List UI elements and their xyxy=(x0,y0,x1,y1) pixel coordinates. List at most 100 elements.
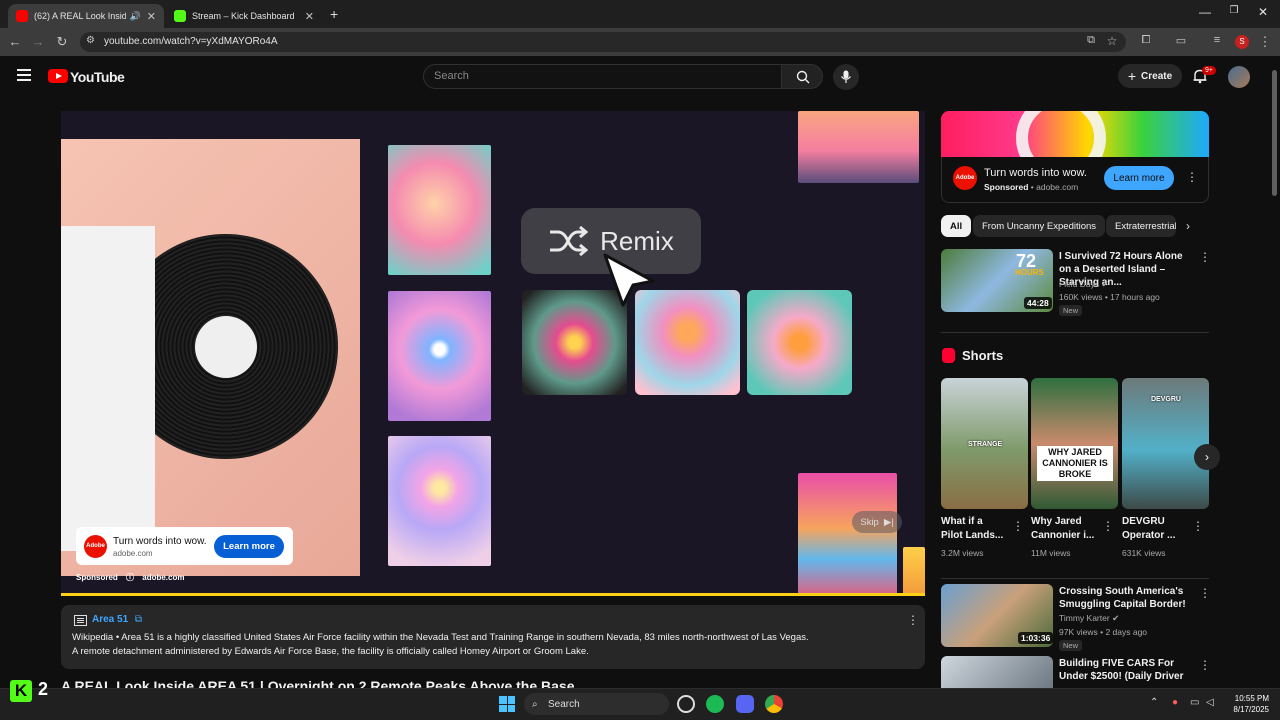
profile-avatar[interactable]: S xyxy=(1235,35,1249,49)
more-options-icon[interactable]: ⋮ xyxy=(1199,658,1211,672)
flower-artwork xyxy=(747,290,852,395)
short-thumbnail[interactable]: WHY JARED CANNONIER IS BROKE xyxy=(1031,378,1118,509)
short-title-line: What if a xyxy=(941,516,983,527)
more-options-icon[interactable]: ⋮ xyxy=(1186,170,1198,184)
close-window-icon[interactable]: ✕ xyxy=(1248,5,1278,19)
more-options-icon[interactable]: ⋮ xyxy=(1012,519,1024,533)
taskbar-search[interactable]: ⌕ Search xyxy=(524,693,669,715)
side-learn-more-button[interactable]: Learn more xyxy=(1104,166,1174,190)
article-icon xyxy=(74,615,87,626)
video-title-link[interactable]: Crossing South America's Smuggling Capit… xyxy=(1059,585,1194,611)
chevron-right-icon[interactable]: › xyxy=(1186,219,1190,233)
divider xyxy=(941,578,1209,579)
short-title-line: Why Jared xyxy=(1031,516,1082,527)
chip-all[interactable]: All xyxy=(941,215,972,237)
tab-youtube[interactable]: (62) A REAL Look Inside AR 🔊 ✕ xyxy=(8,4,164,28)
video-player[interactable]: Remix Adobe Turn words into wow. adobe.c… xyxy=(61,111,925,596)
search-input[interactable] xyxy=(434,70,754,82)
side-panel-icon[interactable]: ▭ xyxy=(1172,34,1190,47)
video-thumbnail[interactable] xyxy=(941,656,1053,692)
media-icon[interactable]: ≡ xyxy=(1208,34,1226,46)
short-thumbnail[interactable]: STRANGE xyxy=(941,378,1028,509)
skip-next-icon: ▶| xyxy=(883,516,894,528)
extensions-icon[interactable]: ⧠ xyxy=(1137,34,1155,47)
new-badge: New xyxy=(1059,305,1083,316)
new-tab-icon[interactable]: + xyxy=(330,6,338,22)
chip-extraterrestrial[interactable]: Extraterrestrial xyxy=(1106,215,1176,237)
more-options-icon[interactable]: ⋮ xyxy=(907,613,919,627)
microphone-icon xyxy=(841,70,851,83)
short-title[interactable]: DEVGRU Operator ... xyxy=(1122,515,1194,543)
restore-icon[interactable]: ❐ xyxy=(1219,5,1249,16)
youtube-logo-icon[interactable] xyxy=(48,69,68,83)
side-ad-subtitle: Sponsored • adobe.com xyxy=(984,182,1079,192)
system-time[interactable]: 10:55 PM xyxy=(1223,694,1269,703)
hamburger-menu-icon[interactable] xyxy=(17,69,31,81)
info-text-line: Wikipedia • Area 51 is a highly classifi… xyxy=(72,632,809,643)
url-text[interactable]: youtube.com/watch?v=yXdMAYORo4A xyxy=(104,36,278,47)
tab-kick-dashboard[interactable]: Stream – Kick Dashboard ✕ xyxy=(166,4,322,28)
shuffle-icon xyxy=(550,225,589,257)
more-options-icon[interactable]: ⋮ xyxy=(1192,519,1204,533)
spotify-app-icon[interactable] xyxy=(706,695,724,713)
ad-title: Turn words into wow. xyxy=(113,536,207,547)
sponsored-label: Sponsored xyxy=(76,573,118,582)
back-icon[interactable]: ← xyxy=(6,34,24,49)
close-tab-icon[interactable]: ✕ xyxy=(305,10,314,23)
video-title-link[interactable]: Building FIVE CARS For Under $2500! (Dai… xyxy=(1059,657,1194,683)
tray-overflow-icon[interactable]: ⌃ xyxy=(1150,697,1158,708)
chip-uncanny-expeditions[interactable]: From Uncanny Expeditions xyxy=(973,215,1106,237)
browser-menu-icon[interactable]: ⋮ xyxy=(1256,34,1274,50)
bookmark-star-icon[interactable]: ☆ xyxy=(1103,34,1121,48)
verified-icon: ✔ xyxy=(1101,279,1109,289)
short-title[interactable]: Why Jared Cannonier i... xyxy=(1031,515,1103,543)
channel-name[interactable]: Field Days ✔ xyxy=(1059,279,1109,290)
search-button[interactable] xyxy=(781,64,823,89)
player-ad-card[interactable]: Adobe Turn words into wow. adobe.com Lea… xyxy=(76,527,293,565)
more-options-icon[interactable]: ⋮ xyxy=(1199,586,1211,600)
create-label: Create xyxy=(1141,70,1173,82)
info-title: Area 51 xyxy=(92,614,129,625)
channel-name[interactable]: Timmy Karter ✔ xyxy=(1059,613,1119,624)
more-options-icon[interactable]: ⋮ xyxy=(1199,250,1211,264)
tab-title: (62) A REAL Look Inside AR xyxy=(34,11,126,21)
short-caption: STRANGE xyxy=(968,441,1003,448)
account-avatar[interactable] xyxy=(1228,66,1250,88)
windows-start-icon[interactable] xyxy=(499,696,515,712)
shorts-next-button[interactable]: › xyxy=(1194,444,1220,470)
skip-label: Skip xyxy=(860,516,879,528)
microphone-tray-icon[interactable]: ● xyxy=(1172,697,1178,708)
short-thumbnail[interactable]: DEVGRU xyxy=(1122,378,1209,509)
info-icon[interactable]: ⓘ xyxy=(126,573,134,582)
short-title[interactable]: What if a Pilot Lands... xyxy=(941,515,1013,543)
ad-progress-bar[interactable] xyxy=(61,593,925,596)
info-text-line: A remote detachment administered by Edwa… xyxy=(72,646,589,657)
discord-app-icon[interactable] xyxy=(736,695,754,713)
youtube-logo-text[interactable]: YouTube xyxy=(70,69,125,85)
scrollbar-thumb[interactable] xyxy=(1272,70,1277,196)
search-icon xyxy=(796,70,810,84)
volume-icon[interactable]: ◁ xyxy=(1206,697,1214,708)
chrome-app-icon[interactable] xyxy=(765,695,783,713)
obs-app-icon[interactable] xyxy=(677,695,695,713)
flower-artwork xyxy=(388,291,491,421)
network-icon[interactable]: ▭ xyxy=(1190,697,1199,708)
search-icon: ⌕ xyxy=(532,698,538,710)
learn-more-button[interactable]: Learn more xyxy=(214,535,284,558)
short-views: 11M views xyxy=(1031,548,1071,558)
side-ad-banner[interactable] xyxy=(941,111,1209,157)
more-options-icon[interactable]: ⋮ xyxy=(1102,519,1114,533)
close-tab-icon[interactable]: ✕ xyxy=(147,10,156,23)
site-info-icon[interactable]: ⚙ xyxy=(86,35,95,46)
create-button[interactable]: + Create xyxy=(1118,64,1182,88)
voice-search-button[interactable] xyxy=(833,64,859,90)
plus-icon: + xyxy=(1127,68,1137,84)
reload-icon[interactable]: ↻ xyxy=(53,34,71,50)
system-date[interactable]: 8/17/2025 xyxy=(1223,705,1269,714)
cast-icon[interactable]: ⧉ xyxy=(1082,34,1100,47)
info-title-link[interactable]: Area 51 ⧉ xyxy=(92,614,142,625)
sponsored-line: Sponsored ⓘ adobe.com xyxy=(76,572,184,583)
minimize-icon[interactable]: — xyxy=(1190,5,1220,19)
skip-ad-button[interactable]: Skip ▶| xyxy=(852,511,902,533)
forward-icon[interactable]: → xyxy=(29,34,47,49)
